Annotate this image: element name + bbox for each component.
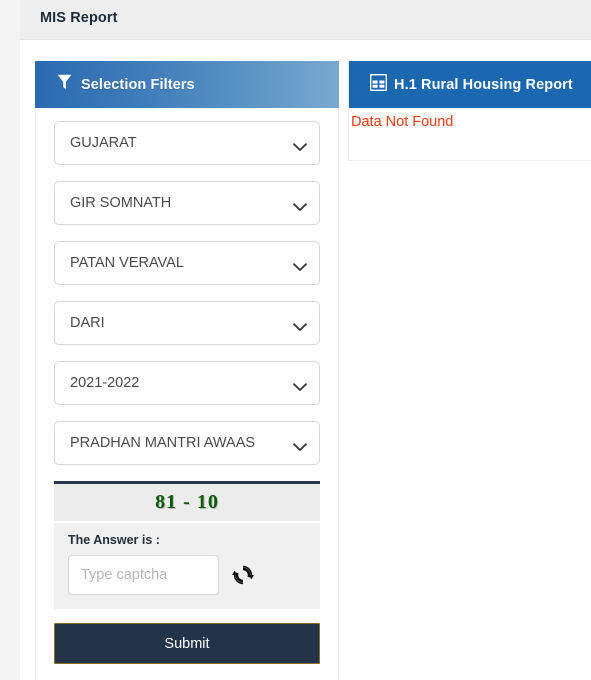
financial-year-select[interactable]: 2021-2022 bbox=[54, 361, 320, 405]
page-title: MIS Report bbox=[40, 10, 118, 26]
page-header-bar: MIS Report bbox=[20, 0, 591, 40]
financial-year-select-value: 2021-2022 bbox=[70, 375, 140, 391]
state-select-value: GUJARAT bbox=[70, 135, 137, 151]
scheme-select-wrap: PRADHAN MANTRI AWAAS bbox=[54, 421, 320, 465]
refresh-icon bbox=[232, 565, 254, 589]
selection-filters-header: Selection Filters bbox=[35, 61, 339, 108]
table-grid-icon bbox=[369, 73, 388, 96]
captcha-label: The Answer is : bbox=[68, 533, 160, 547]
rural-housing-report-card: H.1 Rural Housing Report Data Not Found bbox=[348, 61, 591, 161]
captcha-body: The Answer is : bbox=[54, 523, 320, 609]
submit-button[interactable]: Submit bbox=[54, 623, 320, 664]
panchayat-select-wrap: DARI bbox=[54, 301, 320, 345]
scheme-select-value: PRADHAN MANTRI AWAAS bbox=[70, 435, 256, 451]
captcha-challenge-text: 81 - 10 bbox=[155, 491, 219, 513]
district-select[interactable]: GIR SOMNATH bbox=[54, 181, 320, 225]
state-select-wrap: GUJARAT bbox=[54, 121, 320, 165]
block-select-wrap: PATAN VERAVAL bbox=[54, 241, 320, 285]
district-select-wrap: GIR SOMNATH bbox=[54, 181, 320, 225]
rural-housing-report-header: H.1 Rural Housing Report bbox=[349, 61, 591, 108]
panchayat-select-value: DARI bbox=[70, 315, 105, 331]
panchayat-select[interactable]: DARI bbox=[54, 301, 320, 345]
captcha-panel: 81 - 10 The Answer is : bbox=[54, 481, 320, 609]
captcha-input[interactable] bbox=[68, 555, 219, 595]
captcha-input-row bbox=[68, 555, 306, 595]
state-select[interactable]: GUJARAT bbox=[54, 121, 320, 165]
financial-year-select-wrap: 2021-2022 bbox=[54, 361, 320, 405]
captcha-refresh-button[interactable] bbox=[232, 564, 254, 586]
rural-housing-report-title: H.1 Rural Housing Report bbox=[394, 76, 573, 93]
selection-filters-title: Selection Filters bbox=[81, 76, 195, 93]
captcha-challenge-image: 81 - 10 bbox=[54, 484, 320, 523]
funnel-icon bbox=[57, 74, 72, 95]
scheme-select[interactable]: PRADHAN MANTRI AWAAS bbox=[54, 421, 320, 465]
block-select[interactable]: PATAN VERAVAL bbox=[54, 241, 320, 285]
no-data-message: Data Not Found bbox=[351, 114, 454, 130]
rural-housing-report-body: Data Not Found bbox=[349, 108, 591, 160]
page-shell: MIS Report Selection Filters GUJARAT GIR… bbox=[20, 0, 591, 680]
block-select-value: PATAN VERAVAL bbox=[70, 255, 184, 271]
selection-filters-body: GUJARAT GIR SOMNATH PATAN VERAVAL DARI 2… bbox=[35, 108, 339, 680]
district-select-value: GIR SOMNATH bbox=[70, 195, 172, 211]
